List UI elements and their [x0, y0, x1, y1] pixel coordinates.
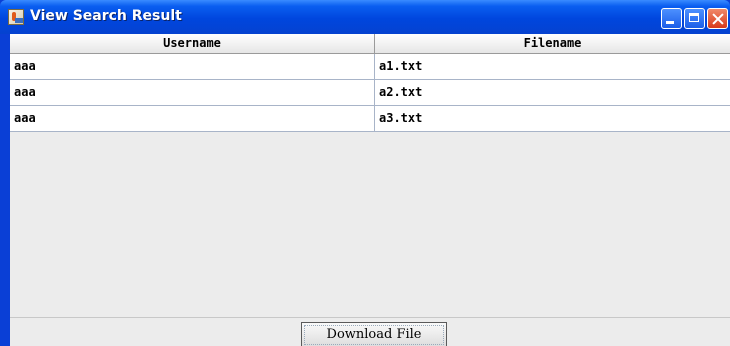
download-button-label: Download File	[304, 325, 444, 345]
download-file-button[interactable]: Download File	[301, 322, 447, 346]
results-table: Username Filename aaa a1.txt aaa a2.txt …	[10, 34, 730, 132]
close-icon[interactable]	[707, 8, 728, 29]
java-app-icon	[8, 9, 24, 25]
table-header: Username Filename	[10, 34, 730, 54]
search-result-window: View Search Result Username Filename aaa…	[0, 0, 730, 346]
window-title: View Search Result	[30, 8, 182, 24]
content-panel: Username Filename aaa a1.txt aaa a2.txt …	[10, 34, 730, 346]
filename-cell[interactable]: a3.txt	[375, 106, 730, 131]
username-cell[interactable]: aaa	[10, 106, 375, 131]
filename-cell[interactable]: a2.txt	[375, 80, 730, 105]
table-row[interactable]: aaa a3.txt	[10, 106, 730, 132]
button-bar: Download File	[10, 317, 730, 346]
table-row[interactable]: aaa a1.txt	[10, 54, 730, 80]
username-cell[interactable]: aaa	[10, 54, 375, 79]
username-cell[interactable]: aaa	[10, 80, 375, 105]
title-bar[interactable]: View Search Result	[0, 0, 730, 34]
maximize-icon[interactable]	[684, 8, 705, 29]
filename-cell[interactable]: a1.txt	[375, 54, 730, 79]
column-header-username[interactable]: Username	[10, 34, 375, 53]
column-header-filename[interactable]: Filename	[375, 34, 730, 53]
table-row[interactable]: aaa a2.txt	[10, 80, 730, 106]
minimize-icon[interactable]	[661, 8, 682, 29]
